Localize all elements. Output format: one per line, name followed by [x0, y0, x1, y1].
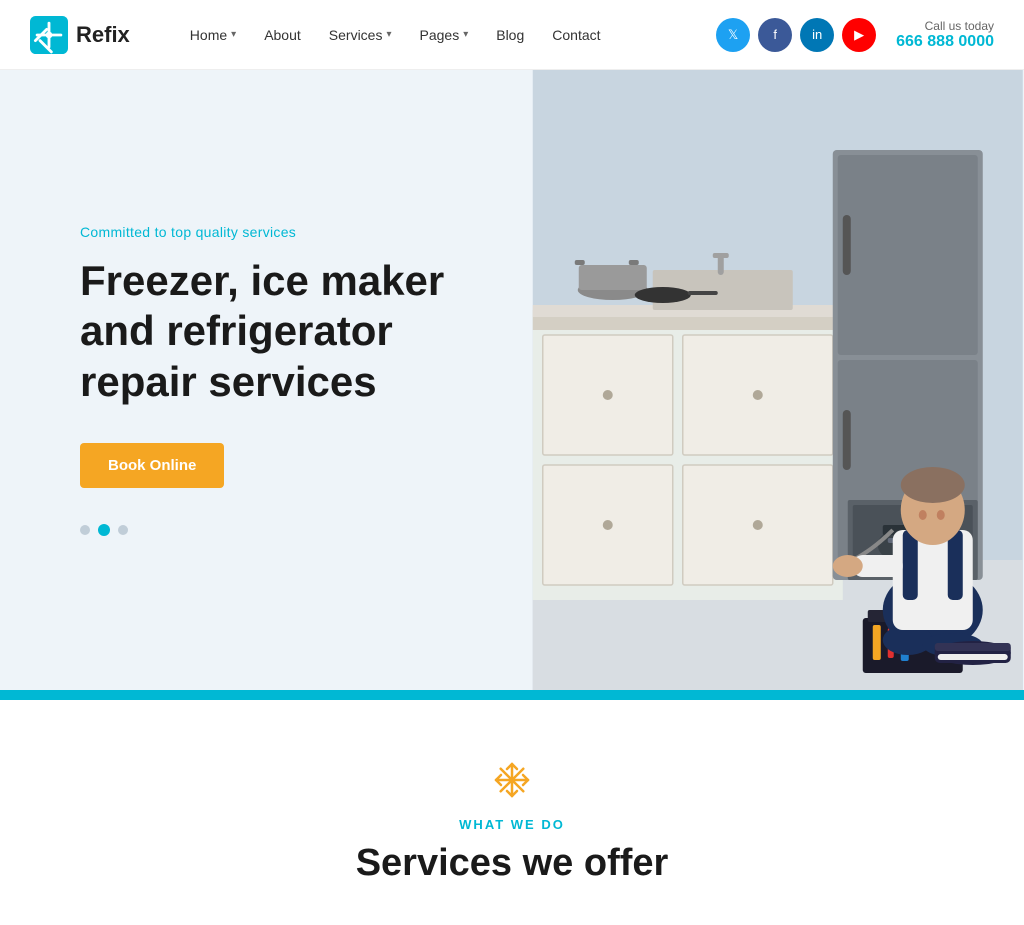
hero-left: Committed to top quality services Freeze… [0, 70, 532, 690]
nav-dropdown-arrow-pages: ▾ [463, 29, 468, 40]
nav-dropdown-arrow-home: ▾ [231, 29, 236, 40]
hero-title: Freezer, ice maker and refrigerator repa… [80, 256, 472, 407]
nav-item-about[interactable]: About [264, 27, 301, 43]
nav-item-blog[interactable]: Blog [496, 27, 524, 43]
hero-tagline: Committed to top quality services [80, 224, 472, 240]
hero-right [532, 70, 1024, 690]
nav-link-services[interactable]: Services ▾ [329, 27, 392, 43]
section-title: Services we offer [356, 842, 669, 885]
site-header: Refix Home ▾ About Services ▾ Pages ▾ Blog Co… [0, 0, 1024, 70]
nav-item-home[interactable]: Home ▾ [190, 27, 236, 43]
nav-dropdown-arrow-services: ▾ [386, 29, 391, 40]
nav-link-contact[interactable]: Contact [552, 27, 600, 43]
nav-item-contact[interactable]: Contact [552, 27, 600, 43]
call-area: Call us today 666 888 0000 [896, 19, 994, 51]
facebook-icon[interactable]: f [758, 18, 792, 52]
twitter-icon[interactable]: 𝕏 [716, 18, 750, 52]
nav-link-home[interactable]: Home ▾ [190, 27, 236, 43]
main-nav: Home ▾ About Services ▾ Pages ▾ Blog Contact [170, 27, 601, 43]
nav-link-blog[interactable]: Blog [496, 27, 524, 43]
logo[interactable]: Refix [30, 16, 130, 54]
youtube-icon[interactable]: ▶ [842, 18, 876, 52]
services-section: WHAT WE DO Services we offer [0, 700, 1024, 925]
nav-item-pages[interactable]: Pages ▾ [420, 27, 469, 43]
hero-image [532, 70, 1024, 690]
call-label: Call us today [896, 19, 994, 33]
linkedin-icon[interactable]: in [800, 18, 834, 52]
nav-item-services[interactable]: Services ▾ [329, 27, 392, 43]
social-icons: 𝕏fin▶ [716, 18, 876, 52]
section-snowflake-icon [492, 760, 532, 805]
call-number[interactable]: 666 888 0000 [896, 33, 994, 51]
logo-icon [30, 16, 68, 54]
slider-dot-1[interactable] [80, 525, 90, 535]
cyan-bar [0, 690, 1024, 700]
slider-dots [80, 524, 472, 536]
slider-dot-2[interactable] [98, 524, 110, 536]
header-right: 𝕏fin▶ Call us today 666 888 0000 [716, 18, 994, 52]
hero-section: Committed to top quality services Freeze… [0, 70, 1024, 690]
slider-dot-3[interactable] [118, 525, 128, 535]
nav-link-pages[interactable]: Pages ▾ [420, 27, 469, 43]
section-subtitle: WHAT WE DO [459, 817, 565, 832]
nav-link-about[interactable]: About [264, 27, 301, 43]
book-online-button[interactable]: Book Online [80, 443, 224, 488]
logo-text: Refix [76, 22, 130, 48]
